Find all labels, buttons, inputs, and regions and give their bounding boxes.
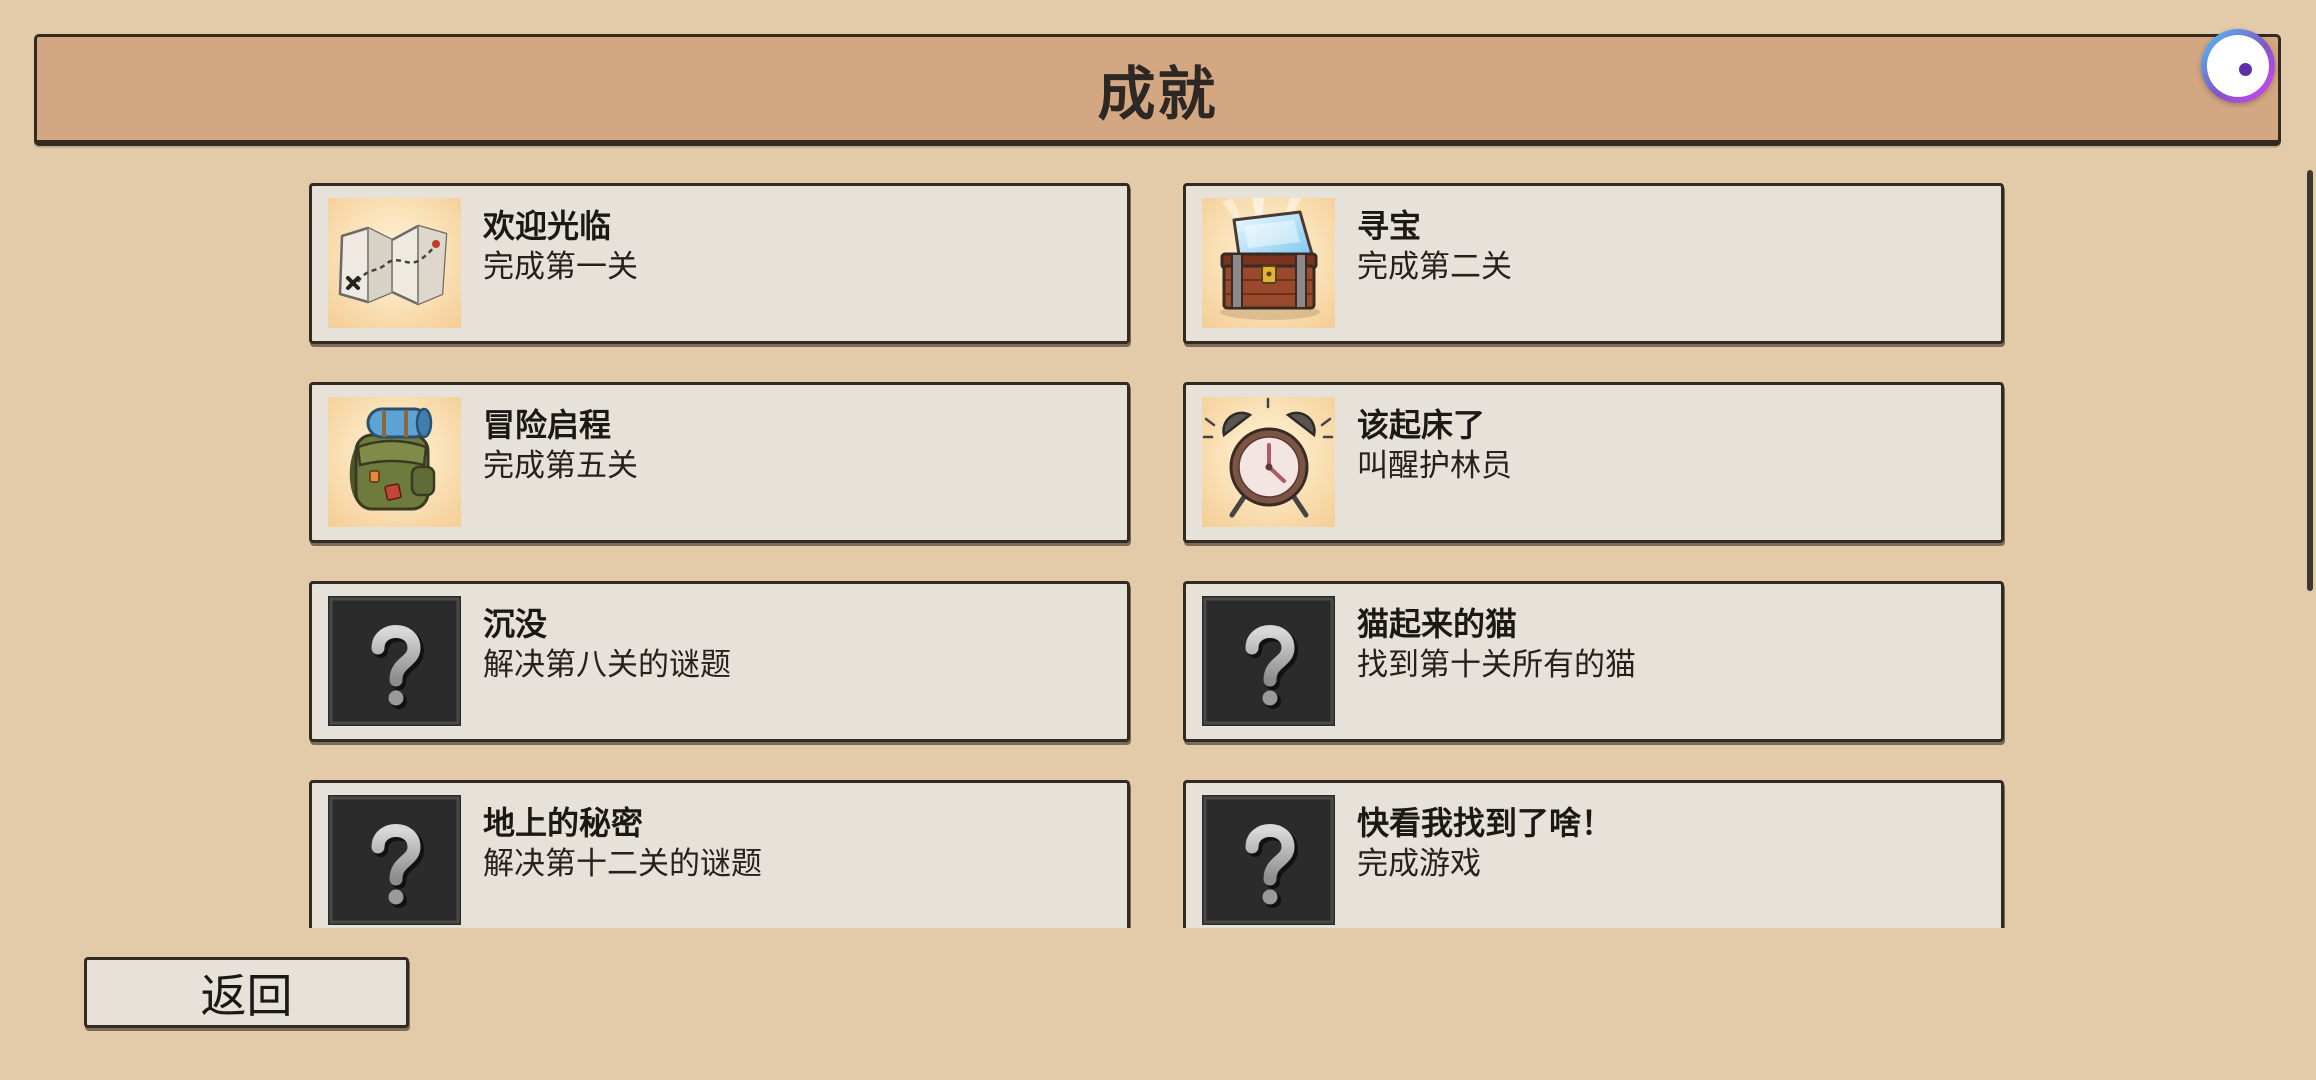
achievement-title: 猫起来的猫 (1357, 606, 1518, 642)
achievement-description: 完成第二关 (1357, 249, 1512, 284)
title-bar: 成就 (34, 34, 2281, 146)
achievement-card-5-locked: 沉没 解决第八关的谜题 (309, 581, 1130, 742)
achievement-card-6-locked: 猫起来的猫 找到第十关所有的猫 (1183, 581, 2004, 742)
achievement-description: 解决第八关的谜题 (483, 647, 731, 682)
achievement-title: 冒险启程 (483, 407, 612, 443)
achievement-description: 找到第十关所有的猫 (1357, 647, 1636, 682)
achievements-screen: 成就 欢迎光临 完成第一关 寻宝 完成第二关 冒险启程 完成第五关 该起床了 叫… (0, 0, 2316, 1080)
assistant-bubble-icon[interactable] (2201, 29, 2275, 103)
question-mark-icon (1202, 596, 1335, 726)
achievement-description: 完成第一关 (483, 249, 638, 284)
backpack-icon (328, 397, 461, 527)
question-mark-icon (328, 596, 461, 726)
scrollbar-thumb[interactable] (2307, 170, 2313, 591)
achievement-title: 快看我找到了啥！ (1357, 805, 1614, 841)
achievement-card-4: 该起床了 叫醒护林员 (1183, 382, 2004, 543)
achievement-description: 完成第五关 (483, 448, 638, 483)
question-mark-icon (328, 795, 461, 925)
achievement-title: 地上的秘密 (483, 805, 644, 841)
achievement-description: 解决第十二关的谜题 (483, 846, 762, 881)
achievement-card-8-locked: 快看我找到了啥！ 完成游戏 (1183, 780, 2004, 928)
achievement-list[interactable]: 欢迎光临 完成第一关 寻宝 完成第二关 冒险启程 完成第五关 该起床了 叫醒护林… (0, 170, 2290, 928)
alarm-clock-icon (1202, 397, 1335, 527)
back-button-label: 返回 (200, 969, 293, 1022)
achievement-description: 完成游戏 (1357, 846, 1481, 881)
achievement-card-2: 寻宝 完成第二关 (1183, 183, 2004, 344)
achievement-title: 该起床了 (1357, 407, 1486, 443)
achievement-title: 欢迎光临 (483, 208, 612, 244)
page-title: 成就 (1097, 61, 1218, 127)
achievement-card-3: 冒险启程 完成第五关 (309, 382, 1130, 543)
achievement-title: 寻宝 (1357, 208, 1422, 244)
achievement-description: 叫醒护林员 (1357, 448, 1512, 483)
treasure-chest-icon (1202, 198, 1335, 328)
achievement-card-1: 欢迎光临 完成第一关 (309, 183, 1130, 344)
achievement-card-7-locked: 地上的秘密 解决第十二关的谜题 (309, 780, 1130, 928)
map-icon (328, 198, 461, 328)
question-mark-icon (1202, 795, 1335, 925)
back-button[interactable]: 返回 (84, 957, 409, 1028)
achievement-title: 沉没 (483, 606, 548, 642)
